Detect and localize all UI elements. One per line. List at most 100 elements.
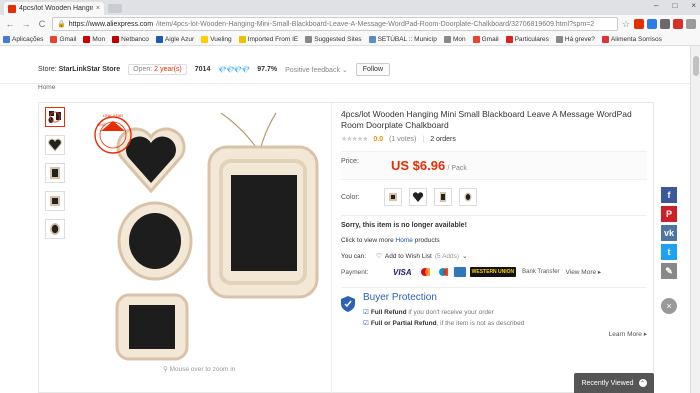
tab-title: 4pcs/lot Wooden Hangin bbox=[19, 5, 93, 12]
product-card: LINK STAR KING ⚲ Mouse over to zoom in 4… bbox=[38, 102, 654, 393]
color-swatch-oval[interactable] bbox=[459, 188, 477, 206]
you-can-row: You can: ♡ Add to Wish List (5 Adds) ⌄ bbox=[341, 252, 647, 261]
product-info: 4pcs/lot Wooden Hanging Mini Small Black… bbox=[341, 109, 647, 338]
browser-tab[interactable]: 4pcs/lot Wooden Hangin × bbox=[4, 2, 104, 15]
close-window-button[interactable]: × bbox=[691, 1, 696, 10]
separator: | bbox=[422, 135, 425, 143]
close-share-icon[interactable]: × bbox=[661, 298, 677, 314]
thumbnail-4[interactable] bbox=[45, 191, 65, 211]
store-label: Store: bbox=[38, 66, 57, 73]
thumbnail-2[interactable] bbox=[45, 135, 65, 155]
extension-translate-icon[interactable] bbox=[647, 19, 657, 29]
forward-button[interactable]: → bbox=[20, 19, 32, 29]
maximize-button[interactable]: □ bbox=[672, 1, 677, 10]
western-union-logo: WESTERN UNION bbox=[469, 267, 517, 277]
apps-grid-icon bbox=[3, 35, 10, 43]
color-swatch-rectangle[interactable] bbox=[434, 188, 452, 206]
vueling-icon bbox=[201, 35, 209, 43]
thumbnail-3[interactable] bbox=[45, 163, 65, 183]
wishlist-count: (5 Adds) bbox=[434, 252, 460, 260]
follow-button[interactable]: Follow bbox=[355, 63, 391, 76]
address-bar[interactable]: 🔒 https://www.aliexpress.com/item/4pcs-l… bbox=[52, 17, 618, 31]
gmail-icon bbox=[50, 35, 58, 43]
bookmark-apps[interactable]: Aplicações bbox=[3, 35, 43, 43]
bookmark-vueling[interactable]: Vueling bbox=[201, 35, 232, 43]
extension-aliexpress-icon[interactable] bbox=[634, 19, 644, 29]
product-title: 4pcs/lot Wooden Hanging Mini Small Black… bbox=[341, 109, 632, 130]
alimenta-sorrisos-icon bbox=[601, 35, 609, 43]
scrollbar[interactable] bbox=[690, 46, 700, 393]
maestro-logo-icon bbox=[436, 267, 450, 277]
color-swatches bbox=[384, 188, 477, 206]
minimize-button[interactable]: – bbox=[654, 1, 658, 10]
price-label: Price: bbox=[341, 158, 359, 165]
store-name-link[interactable]: StarLinkStar Store bbox=[59, 66, 120, 73]
you-can-label: You can: bbox=[341, 252, 367, 260]
price-unit: / Pack bbox=[447, 165, 467, 172]
home-link[interactable]: Home bbox=[396, 237, 413, 244]
add-to-wishlist-button[interactable]: ♡ Add to Wish List (5 Adds) ⌄ bbox=[376, 252, 467, 261]
feedback-dropdown[interactable]: Positive feedback ⌄ bbox=[285, 66, 348, 74]
browser-toolbar: ← → C 🔒 https://www.aliexpress.com/item/… bbox=[0, 15, 700, 33]
shield-icon bbox=[341, 296, 355, 312]
reload-button[interactable]: C bbox=[36, 19, 48, 29]
price-box: Price: US $6.96 / Pack bbox=[341, 151, 647, 180]
color-label: Color: bbox=[341, 193, 360, 201]
url-path: /item/4pcs-lot-Wooden-Hanging-Mini-Small… bbox=[156, 20, 595, 28]
color-row: Color: bbox=[341, 188, 647, 206]
back-button[interactable]: ← bbox=[4, 19, 16, 29]
full-refund-line: ☑ Full Refund if you don't receive your o… bbox=[363, 309, 494, 316]
bookmark-setubal[interactable]: SETÚBAL :: Municíp bbox=[368, 35, 437, 43]
main-product-image[interactable]: LINK STAR KING bbox=[71, 107, 329, 363]
twitter-share-icon[interactable]: t bbox=[661, 244, 677, 260]
window-controls: – □ × bbox=[654, 1, 696, 10]
bookmark-mon-2[interactable]: Mon bbox=[443, 35, 466, 43]
bookmark-suggested-sites[interactable]: Suggested Sites bbox=[305, 35, 362, 43]
recently-viewed-button[interactable]: Recently Viewed ⌃ bbox=[574, 373, 654, 393]
bookmark-imported-from-ie[interactable]: Imported From IE bbox=[238, 35, 298, 43]
bookmarks-bar: Aplicações Gmail Mon Netbanco Aigle Azur… bbox=[0, 33, 700, 46]
chevron-up-icon: ⌃ bbox=[638, 379, 647, 387]
thumbnail-5[interactable] bbox=[45, 219, 65, 239]
bookmark-star-icon[interactable]: ☆ bbox=[622, 19, 630, 30]
bookmark-gmail[interactable]: Gmail bbox=[50, 35, 76, 43]
bookmark-ha-greve[interactable]: Há greve? bbox=[555, 35, 595, 43]
bookmark-netbanco[interactable]: Netbanco bbox=[112, 35, 149, 43]
bookmark-aigle-azur[interactable]: Aigle Azur bbox=[155, 35, 194, 43]
payment-view-more-link[interactable]: View More ▸ bbox=[566, 268, 602, 276]
payment-label: Payment: bbox=[341, 268, 369, 276]
edit-icon[interactable]: ✎ bbox=[661, 263, 677, 279]
scrollbar-thumb[interactable] bbox=[693, 56, 699, 76]
bookmark-mon[interactable]: Mon bbox=[83, 35, 105, 43]
breadcrumb-home[interactable]: Home bbox=[38, 84, 55, 91]
page-icon bbox=[555, 35, 563, 43]
unavailable-notice: Sorry, this item is no longer available! bbox=[341, 215, 647, 229]
thumbnail-list bbox=[45, 107, 67, 247]
store-bar: Store: StarLinkStar Store Open: 2 year(s… bbox=[0, 56, 690, 84]
color-swatch-heart[interactable] bbox=[409, 188, 427, 206]
color-swatch-square[interactable] bbox=[384, 188, 402, 206]
pinterest-share-icon[interactable]: P bbox=[661, 206, 677, 222]
price-value: US $6.96 bbox=[391, 158, 446, 173]
visa-logo: VISA bbox=[393, 267, 412, 277]
extension-puzzle-icon[interactable] bbox=[660, 19, 670, 29]
bookmark-particulares[interactable]: Particulares bbox=[505, 35, 549, 43]
page-content: Store: StarLinkStar Store Open: 2 year(s… bbox=[0, 46, 690, 393]
store-score: 7014 bbox=[194, 66, 211, 73]
title-bar: 4pcs/lot Wooden Hangin × – □ × bbox=[0, 0, 700, 15]
zoom-hint: ⚲ Mouse over to zoom in bbox=[163, 366, 236, 373]
svg-text:LINK STAR: LINK STAR bbox=[103, 113, 123, 118]
bookmark-alimenta-sorrisos[interactable]: Alimenta Sorrisos bbox=[601, 35, 662, 43]
vk-share-icon[interactable]: vk bbox=[661, 225, 677, 241]
bookmark-gmail-2[interactable]: Gmail bbox=[472, 35, 499, 43]
extension-red-icon[interactable] bbox=[673, 19, 683, 29]
facebook-share-icon[interactable]: f bbox=[661, 187, 677, 203]
learn-more-link[interactable]: Learn More ▸ bbox=[609, 330, 647, 338]
votes-link[interactable]: (1 votes) bbox=[389, 136, 416, 143]
new-tab-button[interactable] bbox=[108, 4, 122, 13]
tab-close-icon[interactable]: × bbox=[96, 5, 100, 12]
thumbnail-1[interactable] bbox=[45, 107, 65, 127]
menu-icon[interactable] bbox=[686, 19, 696, 29]
url-host: https://www.aliexpress.com bbox=[68, 20, 154, 28]
checkbox-icon: ☑ bbox=[363, 320, 369, 327]
